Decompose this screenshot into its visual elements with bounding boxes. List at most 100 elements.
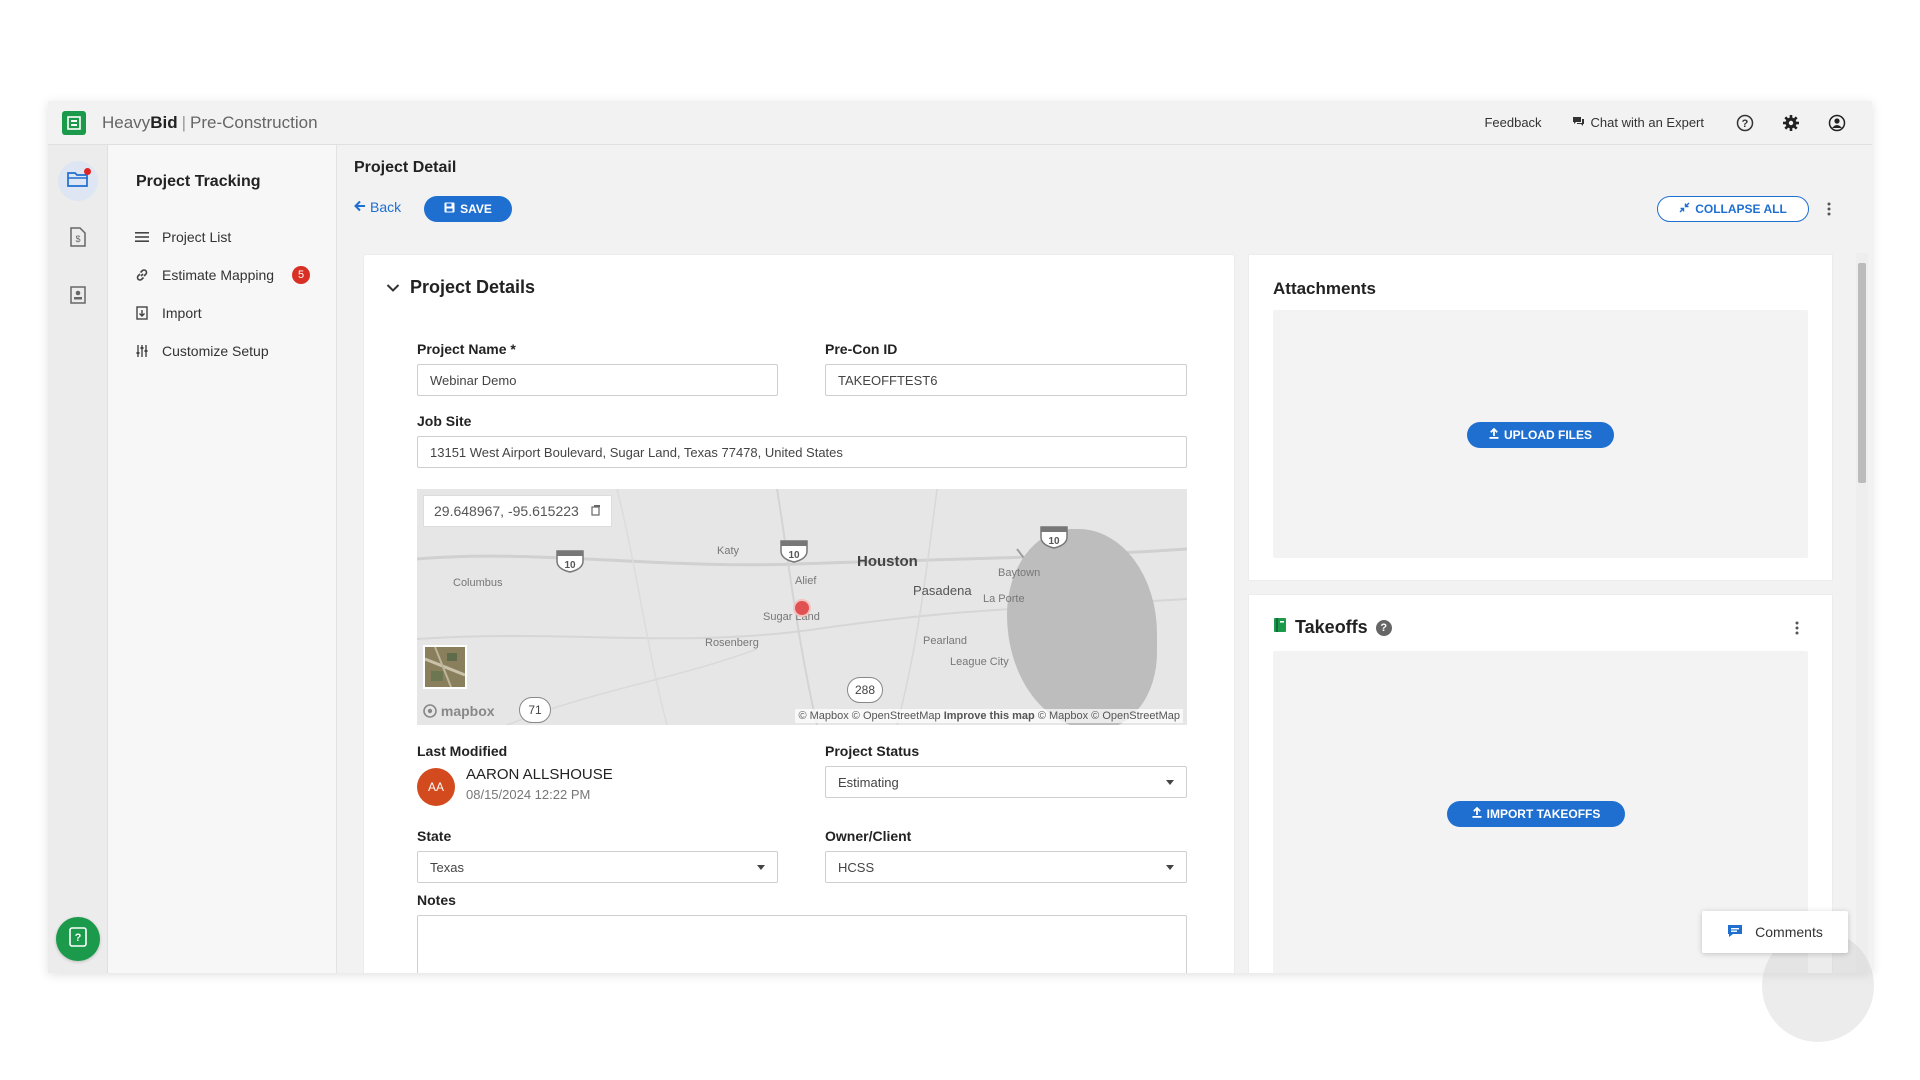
location-pin-icon[interactable] [793, 599, 811, 617]
user-account-icon[interactable] [1826, 112, 1848, 134]
nav-item-project-list[interactable]: Project List [134, 226, 231, 248]
nav-item-import[interactable]: Import [134, 302, 202, 324]
route-71-badge: 71 [519, 697, 551, 723]
last-modified-date: 08/15/2024 12:22 PM [466, 787, 591, 802]
svg-text:10: 10 [564, 560, 576, 571]
save-button[interactable]: SAVE [424, 196, 512, 222]
feedback-link[interactable]: Feedback [1484, 115, 1541, 130]
map-label-alief: Alief [795, 575, 817, 587]
interstate-10-shield-icon: 10 [1039, 525, 1069, 549]
main-scrollbar[interactable] [1856, 253, 1868, 973]
svg-text:$: $ [75, 234, 80, 244]
page-title: Project Detail [354, 159, 457, 176]
copy-icon[interactable] [591, 503, 601, 519]
notification-dot [84, 168, 91, 175]
collapse-arrows-icon [1679, 202, 1690, 216]
help-icon[interactable]: ? [1734, 112, 1756, 134]
nav-item-label: Estimate Mapping [162, 267, 275, 283]
collapse-all-button[interactable]: COLLAPSE ALL [1657, 196, 1809, 222]
project-tracking-nav: Project Tracking Project List Estimate M… [108, 145, 337, 973]
precon-id-input[interactable]: TAKEOFFTEST6 [825, 364, 1187, 396]
job-site-input[interactable]: 13151 West Airport Boulevard, Sugar Land… [417, 436, 1187, 468]
contact-card-icon [70, 285, 86, 309]
takeoffs-more-menu-icon[interactable] [1789, 617, 1805, 639]
mapbox-mark-icon [423, 703, 437, 719]
project-details-title: Project Details [410, 277, 536, 297]
chat-icon [1572, 115, 1585, 130]
scrollbar-thumb[interactable] [1858, 263, 1866, 483]
project-name-input[interactable]: Webinar Demo [417, 364, 778, 396]
avatar: AA [417, 768, 455, 806]
project-details-card: Project Details Project Name * Webinar D… [364, 255, 1234, 973]
rail-project-tracking[interactable] [58, 161, 98, 201]
takeoffs-help-icon[interactable]: ? [1375, 619, 1392, 636]
attachments-title: Attachments [1273, 279, 1376, 298]
project-status-select[interactable]: Estimating [825, 766, 1187, 798]
brand-product: Pre-Construction [190, 112, 318, 132]
job-site-label: Job Site [417, 413, 472, 429]
comments-label: Comments [1755, 924, 1823, 940]
map-label-houston: Houston [857, 553, 918, 570]
rail-contacts[interactable] [58, 277, 98, 317]
map-label-pasadena: Pasadena [913, 583, 972, 598]
nav-item-estimate-mapping[interactable]: Estimate Mapping 5 [134, 264, 311, 286]
attachments-card: Attachments UPLOAD FILES [1249, 255, 1832, 580]
heavybid-logo-icon[interactable] [62, 110, 86, 135]
back-link[interactable]: Back [354, 199, 401, 215]
upload-icon [1489, 427, 1499, 442]
improve-map-link[interactable]: Improve this map [944, 710, 1035, 722]
help-center-button[interactable]: ? [56, 917, 100, 961]
page-more-menu-icon[interactable] [1821, 198, 1837, 220]
upload-icon [1472, 806, 1482, 821]
main-content: Project Detail Back SAVE COLLAPSE ALL Pr… [337, 145, 1872, 973]
import-takeoffs-button[interactable]: IMPORT TAKEOFFS [1447, 801, 1625, 827]
nav-item-label: Import [162, 305, 202, 321]
sliders-icon [134, 343, 150, 359]
rail-estimates[interactable]: $ [58, 219, 98, 259]
brand-separator: | [181, 112, 186, 132]
attribution-text[interactable]: © Mapbox © OpenStreetMap [798, 710, 940, 722]
gear-icon[interactable] [1780, 112, 1802, 134]
nav-item-label: Customize Setup [162, 343, 269, 359]
brand-heavy: Heavy [102, 112, 151, 132]
collapse-all-label: COLLAPSE ALL [1695, 202, 1787, 216]
satellite-toggle-thumbnail[interactable] [423, 645, 467, 689]
project-details-toggle[interactable]: Project Details [386, 277, 535, 298]
route-288-badge: 288 [847, 677, 883, 703]
project-status-label: Project Status [825, 743, 920, 759]
brand-bid: Bid [150, 112, 178, 132]
interstate-10-shield-icon: 10 [779, 539, 809, 563]
owner-client-select[interactable]: HCSS [825, 851, 1187, 883]
notes-label: Notes [417, 892, 456, 908]
map-label-league-city: League City [950, 656, 1009, 668]
svg-text:10: 10 [788, 550, 800, 561]
nav-item-customize-setup[interactable]: Customize Setup [134, 340, 269, 362]
job-site-map[interactable]: 29.648967, -95.615223 Houston Pasadena K… [417, 489, 1187, 725]
map-label-rosenberg: Rosenberg [705, 637, 759, 649]
coordinates-text: 29.648967, -95.615223 [434, 503, 579, 519]
state-select[interactable]: Texas [417, 851, 778, 883]
upload-files-button[interactable]: UPLOAD FILES [1467, 422, 1614, 448]
svg-text:10: 10 [1048, 536, 1060, 547]
list-icon [134, 229, 150, 245]
comments-button[interactable]: Comments [1702, 911, 1848, 953]
app-window: HeavyBid | Pre-Construction Feedback Chat … [48, 101, 1872, 973]
project-name-label: Project Name * [417, 341, 516, 357]
upload-files-label: UPLOAD FILES [1503, 428, 1592, 442]
owner-client-label: Owner/Client [825, 828, 912, 844]
map-label-columbus: Columbus [453, 577, 503, 589]
chat-expert-link[interactable]: Chat with an Expert [1572, 115, 1704, 130]
chevron-down-icon [386, 277, 400, 298]
attribution-text-2[interactable]: © Mapbox © OpenStreetMap [1038, 710, 1180, 722]
estimate-mapping-count-badge: 5 [292, 266, 311, 284]
top-bar: HeavyBid | Pre-Construction Feedback Chat … [48, 101, 1872, 145]
back-label: Back [370, 199, 402, 215]
takeoffs-title: Takeoffs [1295, 617, 1368, 637]
last-modified-label: Last Modified [417, 743, 508, 759]
notes-textarea[interactable] [417, 915, 1187, 973]
link-icon [134, 267, 150, 283]
attachments-dropzone[interactable]: UPLOAD FILES [1273, 310, 1808, 558]
svg-text:?: ? [1742, 118, 1749, 130]
state-label: State [417, 828, 452, 844]
mapbox-logo[interactable]: mapbox [423, 703, 495, 719]
